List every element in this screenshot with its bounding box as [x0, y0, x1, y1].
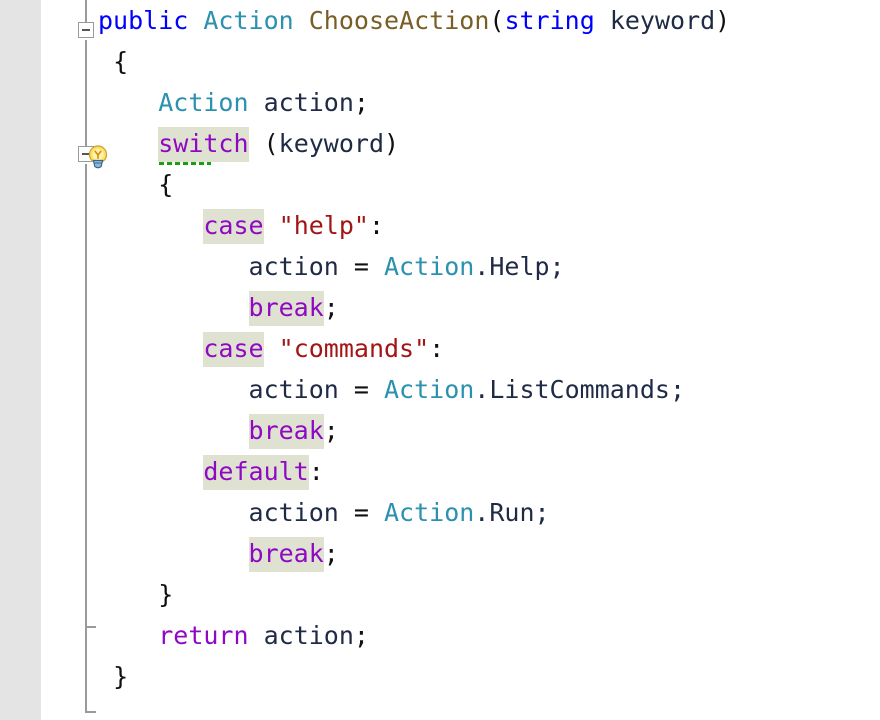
fold-end-tick-switch — [85, 626, 96, 628]
code-token-control: break — [248, 414, 324, 449]
code-text-area[interactable]: public Action ChooseAction(string keywor… — [98, 0, 880, 720]
code-line[interactable]: { — [98, 164, 880, 205]
code-token-type: Action — [383, 498, 475, 527]
code-line[interactable]: public Action ChooseAction(string keywor… — [98, 0, 880, 41]
fold-line-top — [85, 0, 87, 22]
code-token-identifier: action — [248, 375, 339, 404]
code-token-control: default — [203, 455, 309, 490]
code-token-punct: : — [429, 334, 445, 363]
code-token-type: Action — [383, 375, 475, 404]
code-line[interactable]: case "commands": — [98, 328, 880, 369]
code-token-punct: = — [338, 375, 384, 404]
code-token-keyword: public — [98, 6, 189, 35]
indicator-margin[interactable] — [0, 0, 41, 720]
code-token-punct: ; — [353, 88, 369, 117]
code-token-punct: { — [158, 170, 174, 199]
code-token-control: case — [203, 332, 264, 367]
code-token-punct: ) — [384, 129, 400, 158]
code-token-punct: ; — [323, 539, 339, 568]
code-token-identifier: keyword — [609, 6, 716, 35]
code-token-identifier: action — [263, 621, 354, 650]
code-token-type: Action — [383, 252, 475, 281]
code-token-identifier: action — [248, 498, 339, 527]
code-line[interactable]: break; — [98, 533, 880, 574]
code-editor-surface[interactable]: public Action ChooseAction(string keywor… — [0, 0, 880, 720]
code-line[interactable]: case "help": — [98, 205, 880, 246]
code-token-identifier: action — [263, 88, 354, 117]
code-line[interactable]: } — [98, 656, 880, 697]
code-token-punct: ( — [263, 129, 279, 158]
code-token-type: Action — [203, 6, 294, 35]
code-token-punct: } — [158, 580, 174, 609]
code-token-punct: = — [338, 252, 384, 281]
code-token-punct: : — [308, 457, 324, 486]
code-token-control: break — [248, 291, 324, 326]
code-token-control: break — [248, 537, 324, 572]
code-token-control: case — [203, 209, 264, 244]
code-token-identifier: action — [248, 252, 339, 281]
code-line[interactable]: action = Action.Run; — [98, 492, 880, 533]
code-line[interactable]: break; — [98, 287, 880, 328]
code-token-identifier: .ListCommands; — [474, 375, 686, 404]
code-line[interactable]: action = Action.Help; — [98, 246, 880, 287]
code-token-method: ChooseAction — [308, 6, 490, 35]
code-line[interactable]: return action; — [98, 615, 880, 656]
code-line[interactable]: action = Action.ListCommands; — [98, 369, 880, 410]
code-token-punct: = — [338, 498, 384, 527]
code-token-string: "help" — [278, 211, 369, 240]
code-line[interactable]: } — [98, 574, 880, 615]
code-token-punct: } — [113, 662, 129, 691]
code-token-punct: : — [368, 211, 385, 240]
fold-end-tick-method — [85, 711, 96, 713]
code-token-punct: { — [113, 47, 129, 76]
fold-marker-method[interactable] — [78, 22, 94, 38]
code-line[interactable]: Action action; — [98, 82, 880, 123]
code-line[interactable]: default: — [98, 451, 880, 492]
code-token-type: Action — [158, 88, 249, 117]
code-token-identifier: .Run; — [474, 498, 550, 527]
code-token-identifier: keyword — [278, 129, 385, 158]
code-token-punct: ( — [489, 6, 505, 35]
code-token-punct: ; — [353, 621, 369, 650]
outlining-fold-margin[interactable] — [41, 0, 108, 720]
code-token-control: switch — [158, 127, 249, 162]
code-token-punct: ; — [323, 293, 339, 322]
code-token-punct: ) — [715, 6, 731, 35]
code-token-keyword: string — [504, 6, 595, 35]
code-token-identifier: .Help; — [474, 252, 565, 281]
fold-line-switch-body — [85, 164, 87, 713]
code-line[interactable]: break; — [98, 410, 880, 451]
code-line[interactable]: { — [98, 41, 880, 82]
code-token-string: "commands" — [278, 334, 430, 363]
fold-line-method-body — [85, 40, 87, 146]
code-line[interactable]: switch (keyword) — [98, 123, 880, 164]
code-token-punct: ; — [323, 416, 339, 445]
code-token-control: return — [158, 621, 249, 650]
